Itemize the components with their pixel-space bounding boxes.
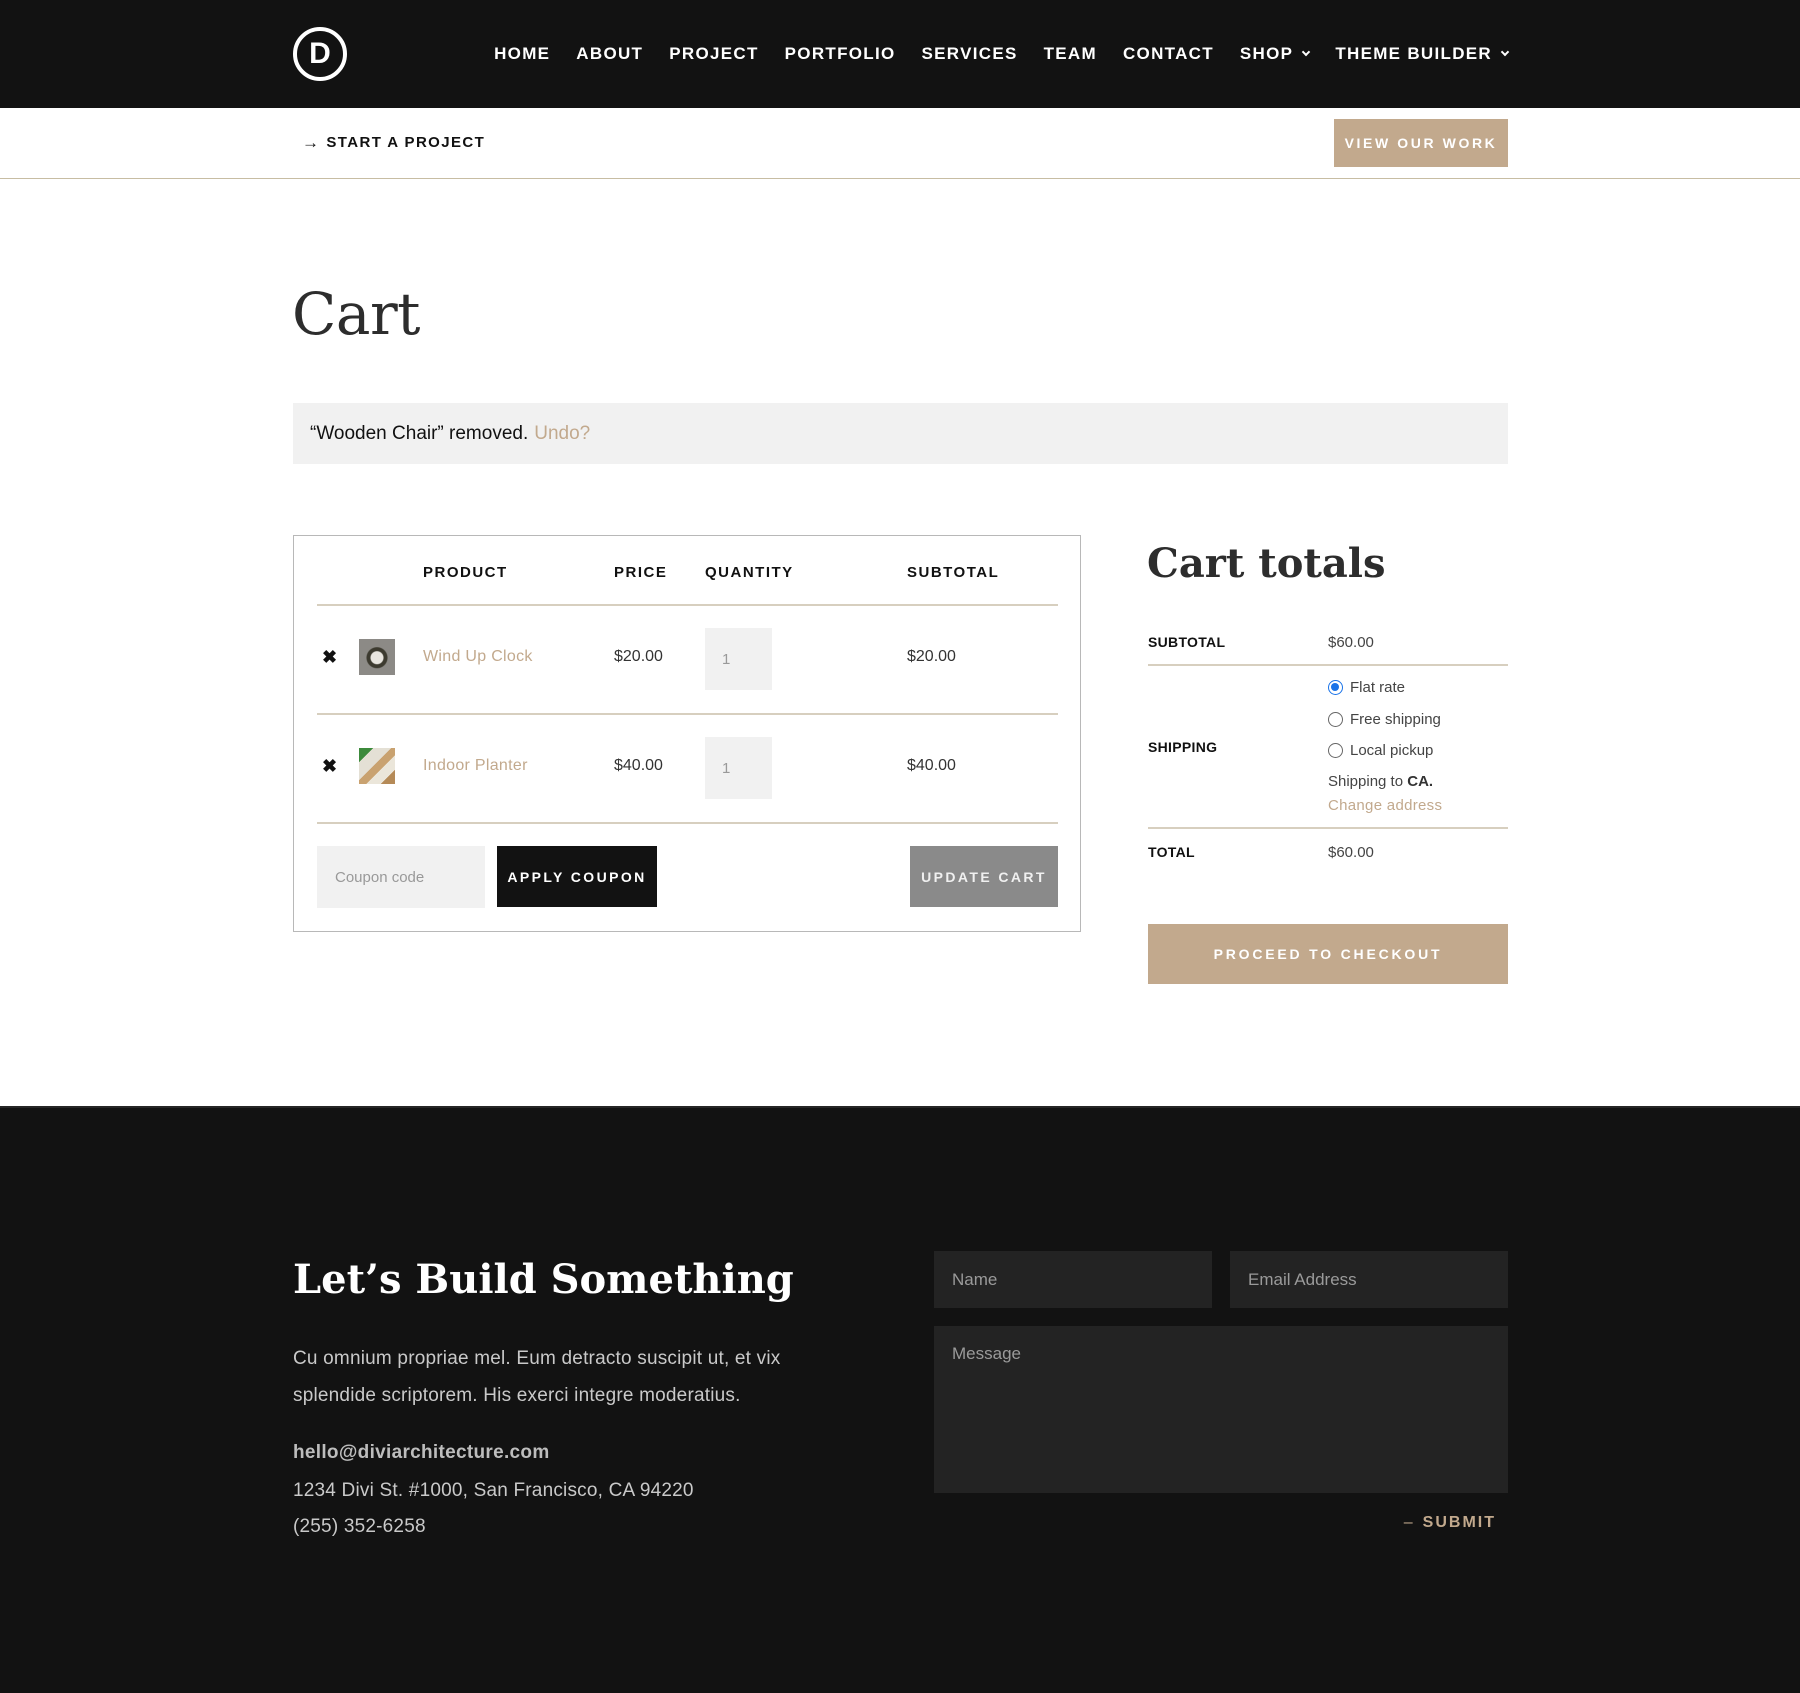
row-divider [317, 713, 1058, 715]
totals-divider [1148, 827, 1508, 829]
shipping-option-free-shipping[interactable]: Free shipping [1328, 711, 1441, 728]
notice-message: “Wooden Chair” removed. [310, 422, 529, 444]
remove-item-icon[interactable]: ✖ [322, 648, 337, 666]
name-field[interactable] [934, 1251, 1212, 1308]
nav-label: THEME BUILDER [1335, 44, 1492, 63]
page-title: Cart [292, 280, 421, 348]
cart-table: PRODUCT PRICE QUANTITY SUBTOTAL ✖ Wind U… [293, 535, 1081, 932]
apply-coupon-button[interactable]: APPLY COUPON [497, 846, 657, 907]
footer-phone: (255) 352-6258 [293, 1516, 426, 1537]
nav-item-about[interactable]: ABOUT [576, 44, 643, 64]
product-subtotal: $40.00 [907, 757, 956, 774]
proceed-to-checkout-button[interactable]: PROCEED TO CHECKOUT [1148, 924, 1508, 984]
footer-address: 1234 Divi St. #1000, San Francisco, CA 9… [293, 1480, 694, 1501]
totals-divider [1148, 664, 1508, 666]
nav-item-project[interactable]: PROJECT [669, 44, 758, 64]
row-divider [317, 822, 1058, 824]
shipping-to-prefix: Shipping to [1328, 773, 1404, 790]
remove-item-icon[interactable]: ✖ [322, 757, 337, 775]
chevron-down-icon [1302, 47, 1311, 57]
radio-selected-icon[interactable] [1328, 680, 1343, 695]
row-divider [317, 604, 1058, 606]
coupon-code-input[interactable] [317, 846, 485, 908]
nav-item-home[interactable]: HOME [494, 44, 550, 64]
nav-item-theme-builder[interactable]: THEME BUILDER [1335, 44, 1510, 64]
total-value: $60.00 [1328, 844, 1374, 861]
shipping-option-label: Flat rate [1350, 679, 1406, 696]
nav-label: PORTFOLIO [784, 44, 896, 63]
radio-unselected-icon[interactable] [1328, 743, 1343, 758]
nav-item-shop[interactable]: SHOP [1239, 44, 1311, 64]
nav-label: PROJECT [669, 44, 759, 63]
shipping-label: SHIPPING [1148, 739, 1218, 755]
product-price: $40.00 [614, 757, 663, 774]
message-field[interactable] [934, 1326, 1508, 1493]
dash-icon: – [1403, 1514, 1415, 1531]
logo-letter: D [309, 37, 331, 70]
shipping-option-label: Local pickup [1350, 742, 1434, 759]
column-header-price: PRICE [614, 564, 668, 581]
nav-label: SHOP [1239, 44, 1294, 63]
cart-totals-heading: Cart totals [1147, 540, 1386, 587]
change-address-link[interactable]: Change address [1328, 797, 1442, 814]
submit-button[interactable]: – SUBMIT [1404, 1514, 1496, 1532]
nav-label: ABOUT [576, 44, 644, 63]
radio-unselected-icon[interactable] [1328, 712, 1343, 727]
chevron-down-icon [1500, 47, 1510, 57]
column-header-product: PRODUCT [423, 564, 508, 581]
shipping-option-label: Free shipping [1350, 711, 1441, 728]
main-header: D HOME ABOUT PROJECT PORTFOLIO SERVICES … [0, 0, 1800, 108]
clock-thumbnail[interactable] [359, 639, 395, 675]
shipping-to-region: CA. [1407, 773, 1434, 790]
shipping-destination: Shipping to CA. [1328, 773, 1433, 790]
planter-thumbnail[interactable] [359, 748, 395, 784]
arrow-right-icon: → [302, 133, 321, 152]
product-price: $20.00 [614, 648, 663, 665]
view-our-work-button[interactable]: VIEW OUR WORK [1334, 119, 1508, 167]
subtotal-value: $60.00 [1328, 634, 1374, 651]
nav-item-portfolio[interactable]: PORTFOLIO [785, 44, 896, 64]
removed-item-notice: “Wooden Chair” removed. Undo? [293, 403, 1508, 464]
product-name-link[interactable]: Wind Up Clock [423, 648, 533, 666]
nav-label: SERVICES [921, 44, 1018, 63]
nav-item-services[interactable]: SERVICES [922, 44, 1018, 64]
main-nav: HOME ABOUT PROJECT PORTFOLIO SERVICES TE… [494, 0, 1510, 108]
shipping-option-flat-rate[interactable]: Flat rate [1328, 679, 1405, 696]
nav-item-team[interactable]: TEAM [1044, 44, 1097, 64]
column-header-subtotal: SUBTOTAL [907, 564, 1000, 581]
quantity-input[interactable] [705, 628, 772, 690]
update-cart-button[interactable]: UPDATE CART [910, 846, 1058, 907]
start-project-link[interactable]: → START A PROJECT [302, 134, 485, 151]
undo-link[interactable]: Undo? [534, 423, 590, 445]
submit-label: SUBMIT [1422, 1514, 1496, 1531]
subtotal-label: SUBTOTAL [1148, 634, 1226, 650]
column-header-quantity: QUANTITY [705, 564, 794, 581]
footer-contact-section: Let’s Build Something Cu omnium propriae… [0, 1106, 1800, 1693]
footer-email-link[interactable]: hello@diviarchitecture.com [293, 1442, 550, 1464]
quantity-input[interactable] [705, 737, 772, 799]
product-name-link[interactable]: Indoor Planter [423, 757, 528, 775]
nav-item-contact[interactable]: CONTACT [1123, 44, 1214, 64]
product-subtotal: $20.00 [907, 648, 956, 665]
nav-label: HOME [494, 44, 551, 63]
email-field[interactable] [1230, 1251, 1508, 1308]
total-label: TOTAL [1148, 844, 1195, 860]
divi-logo-icon[interactable]: D [293, 27, 347, 81]
secondary-bar: → START A PROJECT VIEW OUR WORK [0, 108, 1800, 179]
shipping-option-local-pickup[interactable]: Local pickup [1328, 742, 1433, 759]
nav-label: CONTACT [1122, 44, 1214, 63]
footer-description: Cu omnium propriae mel. Eum detracto sus… [293, 1348, 781, 1406]
start-project-label: START A PROJECT [326, 134, 486, 151]
footer-heading: Let’s Build Something [293, 1256, 794, 1303]
nav-label: TEAM [1043, 44, 1097, 63]
